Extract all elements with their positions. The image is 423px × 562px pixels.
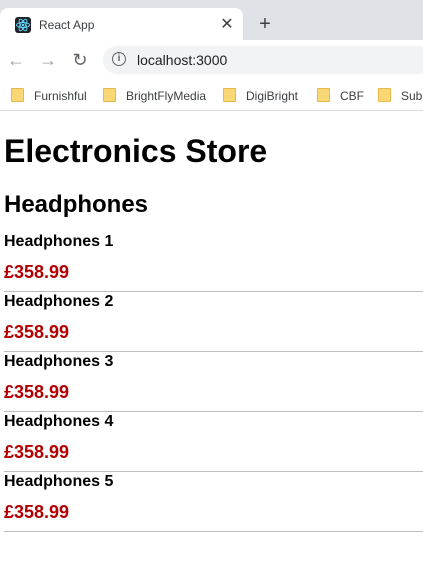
back-arrow-icon[interactable]: ← [6,50,26,70]
bookmark-subs[interactable]: Subs [378,86,423,104]
bookmark-label: DigiBright [246,88,299,103]
product-item: Headphones 2 £358.99 [4,292,423,352]
product-price: £358.99 [4,382,70,402]
product-item: Headphones 1 £358.99 [4,232,423,292]
product-price: £358.99 [4,502,70,522]
product-name: Headphones 5 [4,473,114,490]
product-name: Headphones 2 [4,293,114,310]
bookmark-furnishful[interactable]: Furnishful [11,86,87,104]
bookmark-label: Subs [401,88,423,103]
product-item: Headphones 4 £358.99 [4,412,423,472]
bookmark-digibright[interactable]: DigiBright [223,86,298,104]
folder-icon [11,87,24,102]
folder-icon [378,87,391,102]
bookmark-label: Furnishful [34,88,87,103]
url-text[interactable]: localhost:3000 [137,52,227,68]
folder-icon [223,87,236,102]
reload-icon[interactable]: ↻ [70,50,90,70]
store-title: Electronics Store [4,133,268,169]
product-price: £358.99 [4,442,70,462]
new-tab-icon[interactable]: + [255,14,275,34]
info-icon[interactable]: i [112,52,126,66]
bookmark-label: BrightFlyMedia [126,88,207,103]
bookmark-label: CBF [340,88,364,103]
forward-arrow-icon[interactable]: → [38,50,58,70]
product-price: £358.99 [4,262,70,282]
address-bar[interactable]: i localhost:3000 [103,46,423,74]
tab-react-app[interactable]: React App ✕ [0,8,243,40]
tab-title: React App [39,18,95,32]
product-name: Headphones 4 [4,413,114,430]
page-content: Electronics Store Headphones Headphones … [0,111,423,532]
tab-close-icon[interactable]: ✕ [218,16,236,34]
browser-toolbar: ← → ↻ i localhost:3000 [0,40,423,80]
bookmarks-bar: Furnishful BrightFlyMedia DigiBright CBF… [0,80,423,111]
product-price: £358.99 [4,322,70,342]
product-item: Headphones 3 £358.99 [4,352,423,412]
browser-chrome: React App ✕ + ← → ↻ i localhost:3000 Fur… [0,0,423,111]
product-name: Headphones 3 [4,353,114,370]
react-logo-icon [15,17,31,33]
tab-strip: React App ✕ + [0,0,423,40]
folder-icon [103,87,116,102]
product-list: Headphones 1 £358.99 Headphones 2 £358.9… [4,232,423,532]
bookmark-brightflymedia[interactable]: BrightFlyMedia [103,86,206,104]
product-item: Headphones 5 £358.99 [4,472,423,532]
category-title: Headphones [4,191,149,218]
product-name: Headphones 1 [4,233,114,250]
folder-icon [317,87,330,102]
bookmark-cbf[interactable]: CBF [317,86,364,104]
